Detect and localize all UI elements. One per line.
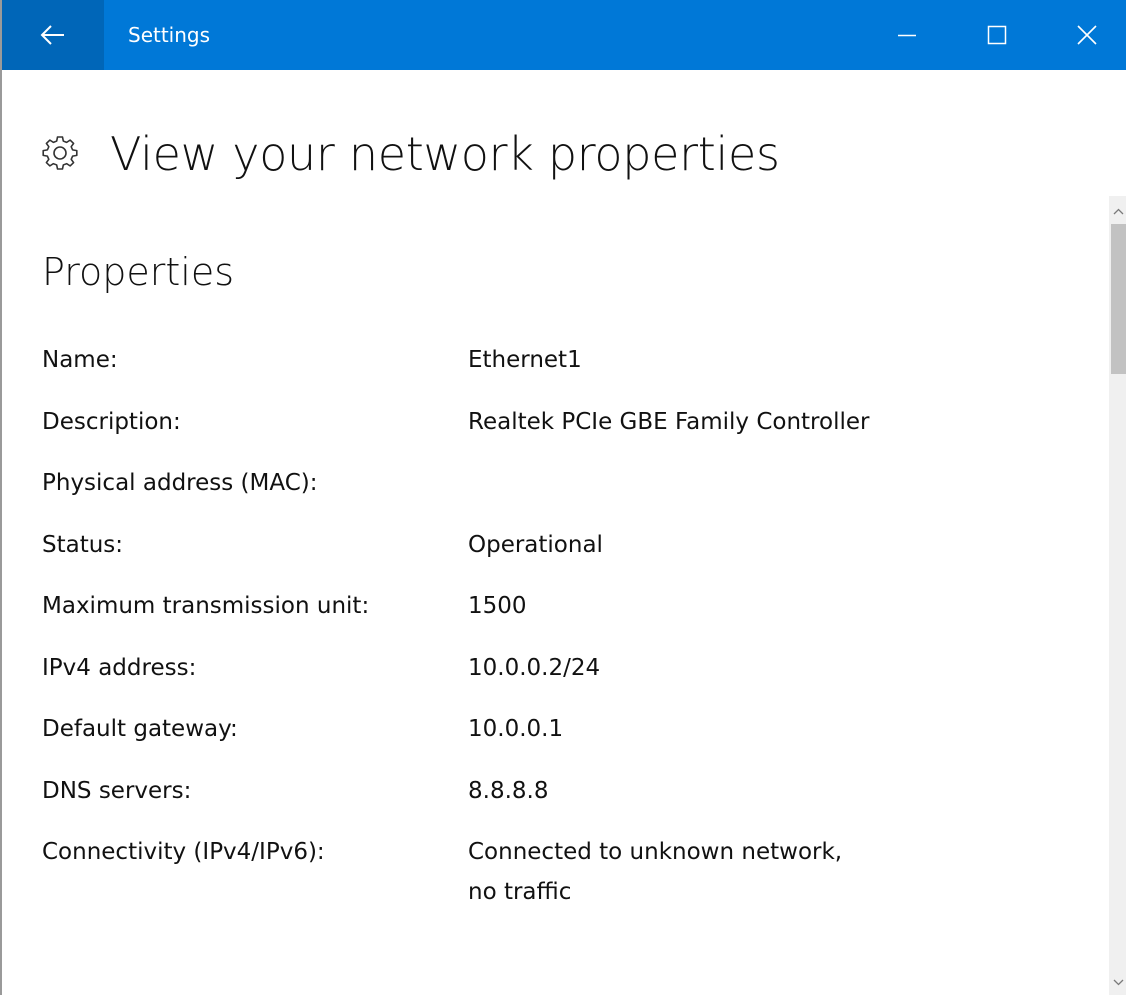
vertical-scrollbar[interactable] — [1109, 196, 1126, 995]
property-row-status: Status: Operational — [42, 525, 1042, 587]
window-title: Settings — [128, 23, 211, 47]
property-value: 10.0.0.2/24 — [468, 654, 601, 681]
property-label: Description: — [42, 408, 181, 435]
properties-list: Name: Ethernet1 Description: Realtek PCI… — [42, 340, 1042, 912]
property-label: IPv4 address: — [42, 654, 197, 681]
property-value: 1500 — [468, 593, 527, 619]
page-header: View your network properties — [40, 118, 780, 190]
scroll-down-button[interactable] — [1109, 971, 1126, 993]
property-row-mac: Physical address (MAC): — [42, 463, 1042, 525]
close-icon — [1077, 25, 1097, 45]
property-value: Ethernet1 — [468, 347, 582, 373]
property-label: Default gateway: — [42, 716, 238, 742]
close-button[interactable] — [1042, 0, 1126, 70]
gear-icon — [40, 134, 80, 174]
property-row-mtu: Maximum transmission unit: 1500 — [42, 586, 1042, 648]
property-row-description: Description: Realtek PCIe GBE Family Con… — [42, 402, 1042, 464]
property-label: DNS servers: — [42, 777, 192, 804]
property-label: Status: — [42, 531, 124, 558]
property-value — [468, 463, 1042, 525]
property-row-ipv4: IPv4 address: 10.0.0.2/24 — [42, 648, 1042, 710]
property-value: Realtek PCIe GBE Family Controller — [468, 408, 870, 435]
property-row-connectivity: Connectivity (IPv4/IPv6): Connected to u… — [42, 832, 1042, 912]
page-title: View your network properties — [110, 127, 780, 181]
properties-heading: Properties — [42, 250, 235, 294]
chevron-up-icon — [1113, 208, 1124, 214]
maximize-icon — [987, 25, 1007, 45]
back-button[interactable] — [2, 0, 104, 70]
minimize-button[interactable] — [862, 0, 952, 70]
property-label: Maximum transmission unit: — [42, 593, 370, 619]
property-row-dns: DNS servers: 8.8.8.8 — [42, 771, 1042, 833]
settings-window: Settings View your network properties Pr… — [0, 0, 1126, 995]
arrow-left-icon — [40, 25, 64, 45]
property-value: 8.8.8.8 — [468, 777, 549, 804]
minimize-icon — [898, 34, 916, 37]
scroll-up-button[interactable] — [1109, 200, 1126, 222]
property-label: Connectivity (IPv4/IPv6): — [42, 839, 325, 865]
maximize-button[interactable] — [952, 0, 1042, 70]
property-value: Connected to unknown network, no traffic — [468, 839, 843, 905]
property-value: Operational — [468, 531, 603, 558]
property-label: Name: — [42, 347, 118, 373]
property-value: 10.0.0.1 — [468, 716, 564, 742]
title-bar: Settings — [2, 0, 1126, 70]
property-row-name: Name: Ethernet1 — [42, 340, 1042, 402]
scroll-thumb[interactable] — [1111, 224, 1126, 374]
chevron-down-icon — [1113, 979, 1124, 985]
property-label: Physical address (MAC): — [42, 470, 318, 496]
property-row-gateway: Default gateway: 10.0.0.1 — [42, 709, 1042, 771]
